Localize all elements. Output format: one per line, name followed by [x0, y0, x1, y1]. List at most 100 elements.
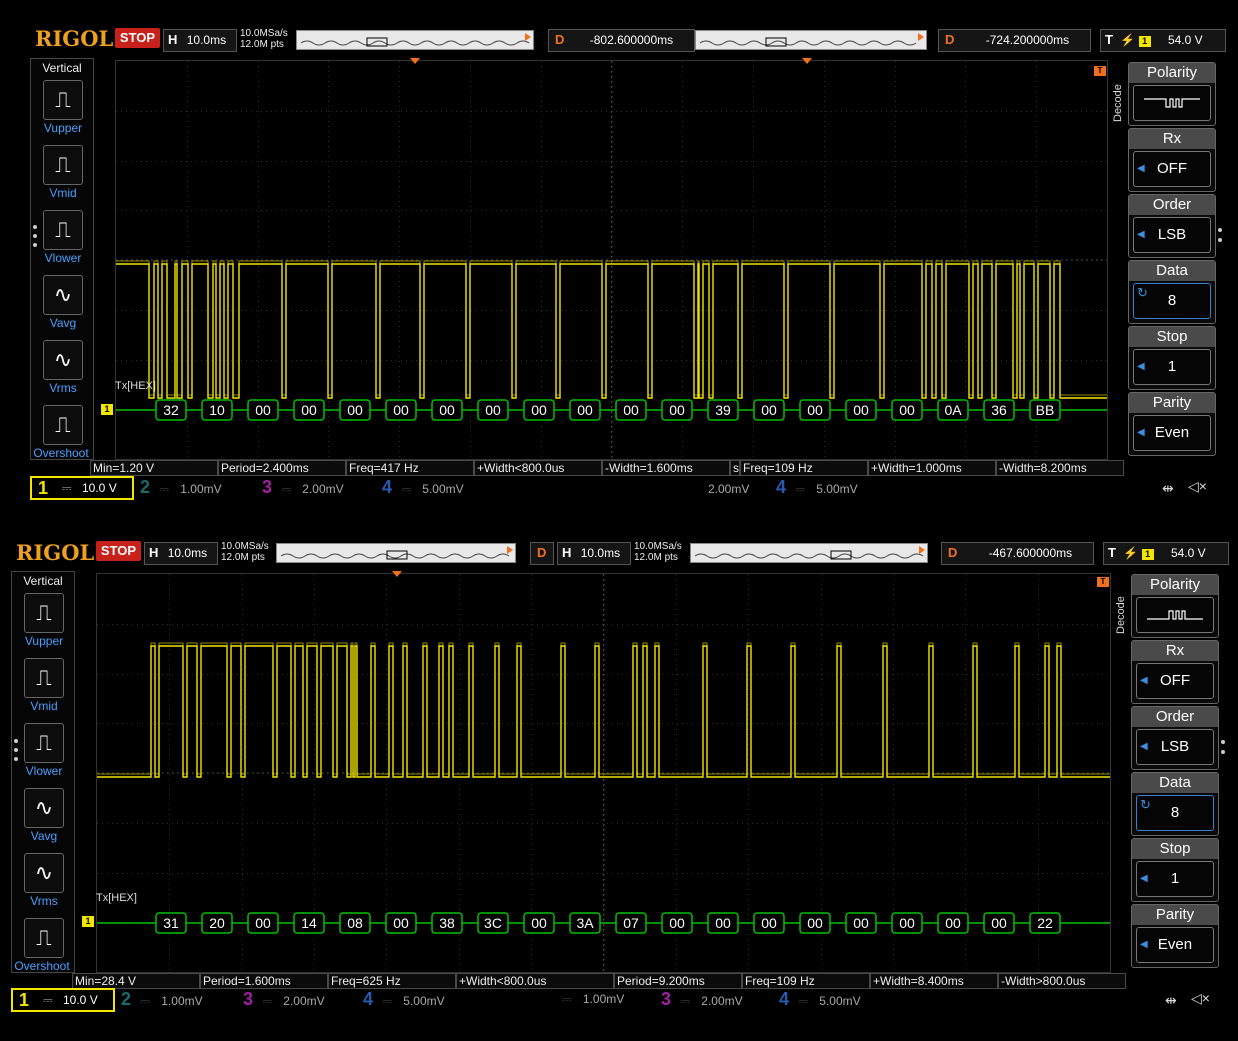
measurement-item[interactable]: Freq=109 Hz: [740, 460, 868, 476]
zoom-timebase-box[interactable]: H 10.0ms: [557, 542, 631, 565]
measure-vupper-button[interactable]: ⎍: [43, 80, 83, 120]
decode-polarity-value-box[interactable]: [1133, 85, 1211, 121]
decode-order-value-box[interactable]: ◀ LSB: [1136, 729, 1214, 765]
vupper-icon: ⎍: [55, 87, 71, 112]
measurement-item[interactable]: Period=2.400ms: [218, 460, 346, 476]
vertical-menu-scroll-dot: [14, 739, 18, 743]
decode-byte-value: 00: [853, 402, 869, 418]
measure-vmid-label: Vmid: [30, 699, 58, 713]
timebase-box[interactable]: H 10.0ms: [163, 29, 237, 52]
measure-vavg-button[interactable]: ∿: [43, 275, 83, 315]
vmid-icon: ⎍: [36, 665, 52, 690]
trigger-box[interactable]: T ⚡ 1 54.0 V: [1103, 542, 1229, 565]
measurement-item[interactable]: s: [730, 460, 740, 476]
decode-stop-setting[interactable]: Stop ◀ 1: [1128, 326, 1216, 390]
decode-rx-setting[interactable]: Rx ◀ OFF: [1131, 640, 1219, 704]
measurement-item[interactable]: +Width=1.000ms: [868, 460, 996, 476]
measurement-item[interactable]: +Width=8.400ms: [870, 973, 998, 989]
measurement-item[interactable]: Period=9.200ms: [614, 973, 742, 989]
run-stop-indicator[interactable]: STOP: [96, 541, 141, 561]
decode-data-value-box[interactable]: ↻ 8: [1136, 795, 1214, 831]
measure-vlower-button[interactable]: ⎍: [24, 723, 64, 763]
measure-overshoot-label: Overshoot: [14, 959, 70, 973]
decode-byte-frame: 36: [983, 399, 1015, 421]
delay-box-2[interactable]: D -724.200000ms: [938, 29, 1091, 52]
measure-vmid-button[interactable]: ⎍: [43, 145, 83, 185]
measure-vrms-button[interactable]: ∿: [43, 340, 83, 380]
measure-vmid-button[interactable]: ⎍: [24, 658, 64, 698]
zoom-delay-box[interactable]: D: [530, 542, 554, 565]
measurement-item[interactable]: Min=28.4 V: [72, 973, 200, 989]
measurement-item[interactable]: Min=1.20 V: [90, 460, 218, 476]
channel-1-badge[interactable]: 1 ⎓ 10.0 V: [11, 988, 115, 1012]
channel-3-badge[interactable]: 3 ⎓ 2.00mV: [262, 476, 382, 500]
measure-vavg-button[interactable]: ∿: [24, 788, 64, 828]
timebase-box[interactable]: H 10.0ms: [144, 542, 218, 565]
channel-4-badge[interactable]: 4 ⎓ 5.00mV: [363, 988, 483, 1012]
channel-2-badge[interactable]: 2 ⎓ 1.00mV: [140, 476, 260, 500]
decode-data-setting[interactable]: Data ↻ 8: [1131, 772, 1219, 836]
measurement-item[interactable]: -Width=1.600ms: [602, 460, 730, 476]
waveform-memory-bar[interactable]: [296, 30, 534, 50]
run-stop-indicator[interactable]: STOP: [115, 28, 160, 48]
coupling-icon: ⎓: [798, 994, 808, 1008]
delay-box-1[interactable]: D -802.600000ms: [548, 29, 695, 52]
decode-parity-setting[interactable]: Parity ◀ Even: [1128, 392, 1216, 456]
measurement-item[interactable]: Freq=625 Hz: [328, 973, 456, 989]
decode-stop-value-box[interactable]: ◀ 1: [1136, 861, 1214, 897]
measurement-item[interactable]: Freq=109 Hz: [742, 973, 870, 989]
speaker-mute-icon[interactable]: ◁×: [1191, 990, 1210, 1007]
ghost-channel-3-scale: 2.00mV: [708, 482, 750, 496]
measurement-item[interactable]: +Width<800.0us: [456, 973, 614, 989]
decode-parity-value-box[interactable]: ◀ Even: [1136, 927, 1214, 963]
decode-polarity-setting[interactable]: Polarity: [1131, 574, 1219, 638]
decode-data-value-box[interactable]: ↻ 8: [1133, 283, 1211, 319]
decode-order-setting[interactable]: Order ◀ LSB: [1131, 706, 1219, 770]
zoom-memory-bar[interactable]: [695, 30, 927, 50]
measure-vrms-button[interactable]: ∿: [24, 853, 64, 893]
decode-byte-frame: 00: [385, 399, 417, 421]
waveform-memory-bar[interactable]: [276, 543, 516, 563]
decode-parity-setting[interactable]: Parity ◀ Even: [1131, 904, 1219, 968]
decode-byte-frame: 32: [155, 399, 187, 421]
measurement-item[interactable]: Freq=417 Hz: [346, 460, 474, 476]
measurement-item[interactable]: Period=1.600ms: [200, 973, 328, 989]
channel-3-badge[interactable]: 3 ⎓ 2.00mV: [243, 988, 363, 1012]
measure-vupper-button[interactable]: ⎍: [24, 593, 64, 633]
measurement-item[interactable]: -Width>800.0us: [998, 973, 1126, 989]
measure-vlower-button[interactable]: ⎍: [43, 210, 83, 250]
measurement-item[interactable]: +Width<800.0us: [474, 460, 602, 476]
vavg-icon: ∿: [34, 795, 54, 820]
channel-1-badge[interactable]: 1 ⎓ 10.0 V: [30, 476, 134, 500]
measurement-item[interactable]: -Width=8.200ms: [996, 460, 1124, 476]
decode-byte-frame: 07: [615, 912, 647, 934]
knob-arrow-icon: ◀: [1137, 427, 1145, 438]
measure-overshoot-button[interactable]: ⎍: [24, 918, 64, 958]
channel-4-badge[interactable]: 4 ⎓ 5.00mV: [382, 476, 502, 500]
measure-overshoot-button[interactable]: ⎍: [43, 405, 83, 445]
decode-byte-frame: 00: [707, 912, 739, 934]
channel-2-badge[interactable]: 2 ⎓ 1.00mV: [121, 988, 241, 1012]
decode-order-setting[interactable]: Order ◀ LSB: [1128, 194, 1216, 258]
decode-order-value-box[interactable]: ◀ LSB: [1133, 217, 1211, 253]
decode-byte-value: 00: [623, 402, 639, 418]
decode-menu-scroll-dot: [1221, 750, 1225, 754]
decode-parity-value-box[interactable]: ◀ Even: [1133, 415, 1211, 451]
decode-data-setting[interactable]: Data ↻ 8: [1128, 260, 1216, 324]
decode-polarity-title: Polarity: [1129, 63, 1215, 83]
zoom-memory-bar[interactable]: [690, 543, 928, 563]
speaker-mute-icon[interactable]: ◁×: [1188, 478, 1207, 495]
decode-rx-setting[interactable]: Rx ◀ OFF: [1128, 128, 1216, 192]
decode-stop-value-box[interactable]: ◀ 1: [1133, 349, 1211, 385]
waveform-area: 31 20 00 14 08 00 38 3C 00 3A 07 00 00 00 00 00 00 00 00 22: [97, 574, 1110, 972]
delay-box-2[interactable]: D -467.600000ms: [941, 542, 1094, 565]
decode-rx-value-box[interactable]: ◀ OFF: [1136, 663, 1214, 699]
delay-label-2: D: [948, 545, 958, 560]
decode-rx-value-box[interactable]: ◀ OFF: [1133, 151, 1211, 187]
trigger-box[interactable]: T ⚡ 1 54.0 V: [1100, 29, 1226, 52]
decode-polarity-value-box[interactable]: [1136, 597, 1214, 633]
memory-depth: 12.0M pts: [221, 552, 265, 563]
channel-2-scale: 1.00mV: [161, 994, 203, 1008]
decode-stop-setting[interactable]: Stop ◀ 1: [1131, 838, 1219, 902]
decode-polarity-setting[interactable]: Polarity: [1128, 62, 1216, 126]
